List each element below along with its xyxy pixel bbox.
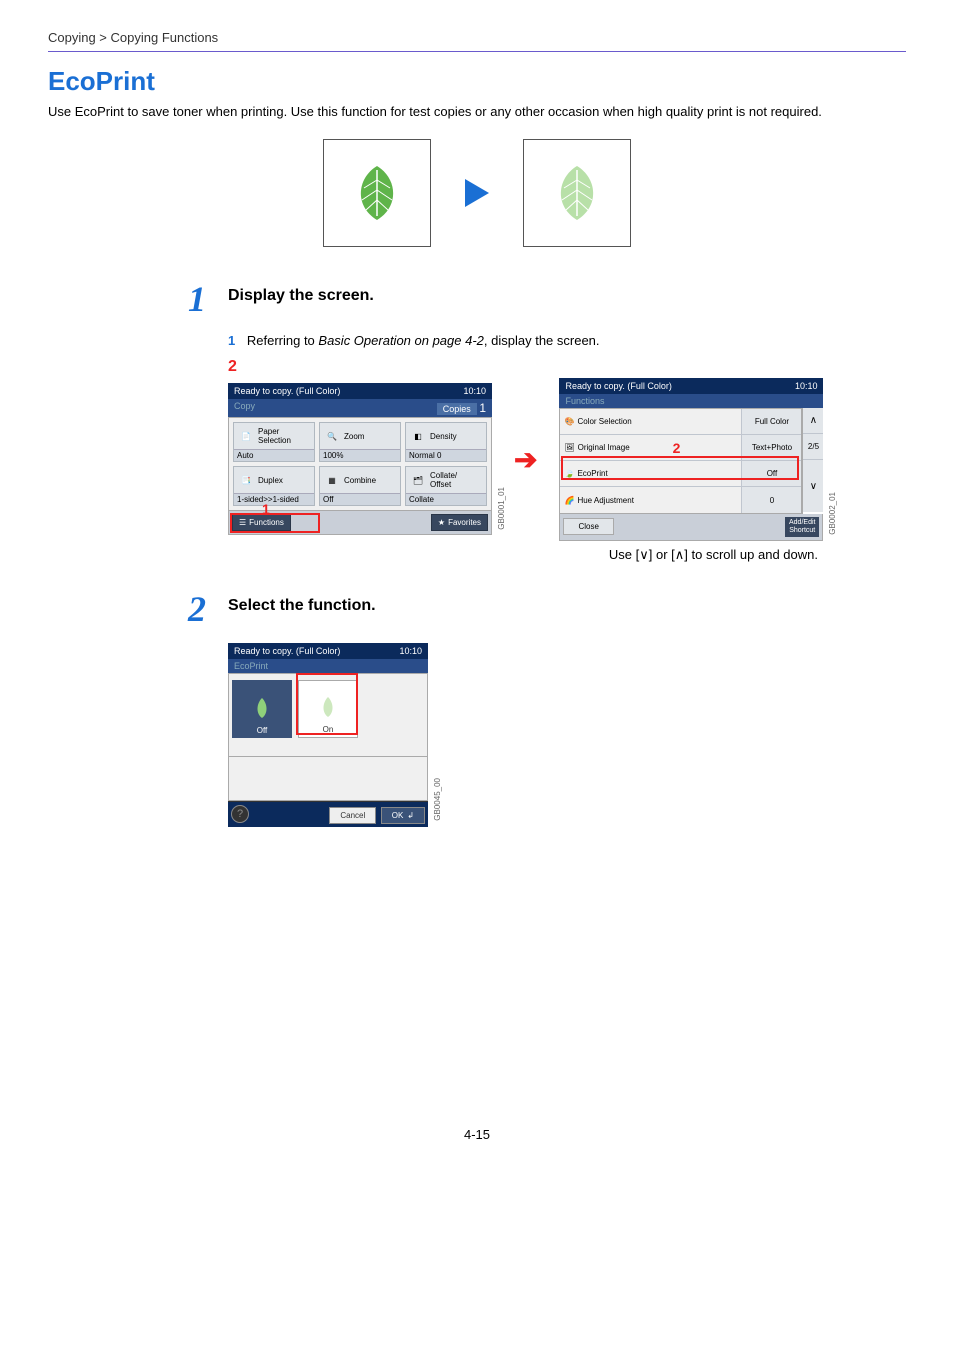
step-number-2: 2 [188,591,228,627]
substep-line: 1 Referring to Basic Operation on page 4… [228,333,906,348]
list-icon: ☰ [239,518,246,527]
cell-zoom[interactable]: 🔍Zoom 100% [319,422,401,462]
row-original-image[interactable]: 🖼Original Image2 Text+Photo [560,435,801,461]
substep-ref[interactable]: Basic Operation on page 4-2 [318,333,484,348]
cell-density[interactable]: ◧Density Normal 0 [405,422,487,462]
copies-label: Copies [437,403,477,415]
row-hue[interactable]: 🌈Hue Adjustment 0 [560,487,801,513]
cell-collate[interactable]: 🗂Collate/ Offset Collate [405,466,487,506]
close-button[interactable]: Close [563,518,613,535]
cell-combine[interactable]: ▦Combine Off [319,466,401,506]
panel-ecoprint: Ready to copy. (Full Color) 10:10 EcoPri… [228,643,428,827]
color-icon: 🎨 [564,417,574,426]
side-code-b: GB0002_01 [828,492,837,535]
enter-icon: ↲ [407,811,414,820]
side-code-a: GB0001_01 [497,487,506,530]
combine-icon: ▦ [323,471,341,489]
panel-tab: Copy [234,401,255,415]
overlay-num-2: 2 [673,440,681,456]
help-icon[interactable]: ? [231,805,249,823]
ok-button[interactable]: OK↲ [381,807,425,824]
leaf-before [323,139,431,247]
zoom-icon: 🔍 [323,427,341,445]
paper-icon: 📄 [237,427,255,445]
panel-time: 10:10 [399,646,422,656]
panel-time: 10:10 [463,386,486,396]
panel-time: 10:10 [795,381,818,391]
panel-functions: Ready to copy. (Full Color) 10:10 Functi… [559,378,823,540]
side-code-c: GB0045_00 [433,778,442,821]
panel-copy: Ready to copy. (Full Color) 10:10 Copy C… [228,383,492,535]
page-number: 4-15 [48,1127,906,1142]
divider [48,51,906,52]
duplex-icon: 📑 [237,471,255,489]
cell-duplex[interactable]: 📑Duplex 1-sided>>1-sided [233,466,315,506]
page-indicator: 2/5 [803,434,823,460]
collate-icon: 🗂 [409,471,427,489]
panel-status: Ready to copy. (Full Color) [234,386,340,396]
breadcrumb: Copying > Copying Functions [48,30,906,45]
add-edit-shortcut-button[interactable]: Add/Edit Shortcut [785,517,819,536]
page-title: EcoPrint [48,66,906,97]
option-off[interactable]: Off [232,680,292,738]
arrow-red-icon: ➔ [514,443,537,476]
substep-number: 1 [228,333,235,348]
cancel-button[interactable]: Cancel [329,807,376,824]
leaf-off-icon [251,694,273,722]
scroll-note: Use [∨] or [∧] to scroll up and down. [228,547,818,563]
step-number-1: 1 [188,281,228,317]
arrow-icon [465,179,489,207]
eco-illustration [48,139,906,247]
star-icon: ★ [438,518,445,527]
leaf-icon: 🍃 [564,469,574,478]
panel-tab: EcoPrint [234,661,268,671]
intro-text: Use EcoPrint to save toner when printing… [48,103,906,121]
copies-value: 1 [479,401,486,415]
favorites-button[interactable]: ★Favorites [431,514,488,531]
scroll-up-button[interactable]: ∧ [803,408,823,434]
step-heading-1: Display the screen. [228,281,374,305]
panel-status: Ready to copy. (Full Color) [565,381,671,391]
row-color-selection[interactable]: 🎨Color Selection Full Color [560,409,801,435]
hue-icon: 🌈 [564,496,574,505]
substep-suffix: , display the screen. [484,333,600,348]
marker-2: 2 [228,358,906,376]
leaf-on-icon [317,693,339,721]
cell-paper-selection[interactable]: 📄Paper Selection Auto [233,422,315,462]
substep-prefix: Referring to [247,333,319,348]
leaf-after [523,139,631,247]
image-icon: 🖼 [564,443,574,452]
row-ecoprint[interactable]: 🍃EcoPrint Off [560,461,801,487]
panel-tab: Functions [565,396,604,406]
step-heading-2: Select the function. [228,591,376,615]
option-on[interactable]: On [298,680,358,738]
chevron-up-icon: ∧ [675,547,685,562]
density-icon: ◧ [409,427,427,445]
chevron-down-icon: ∨ [639,547,649,562]
overlay-num-1: 1 [262,501,270,517]
scroll-down-button[interactable]: ∨ [803,460,823,512]
panel-status: Ready to copy. (Full Color) [234,646,340,656]
